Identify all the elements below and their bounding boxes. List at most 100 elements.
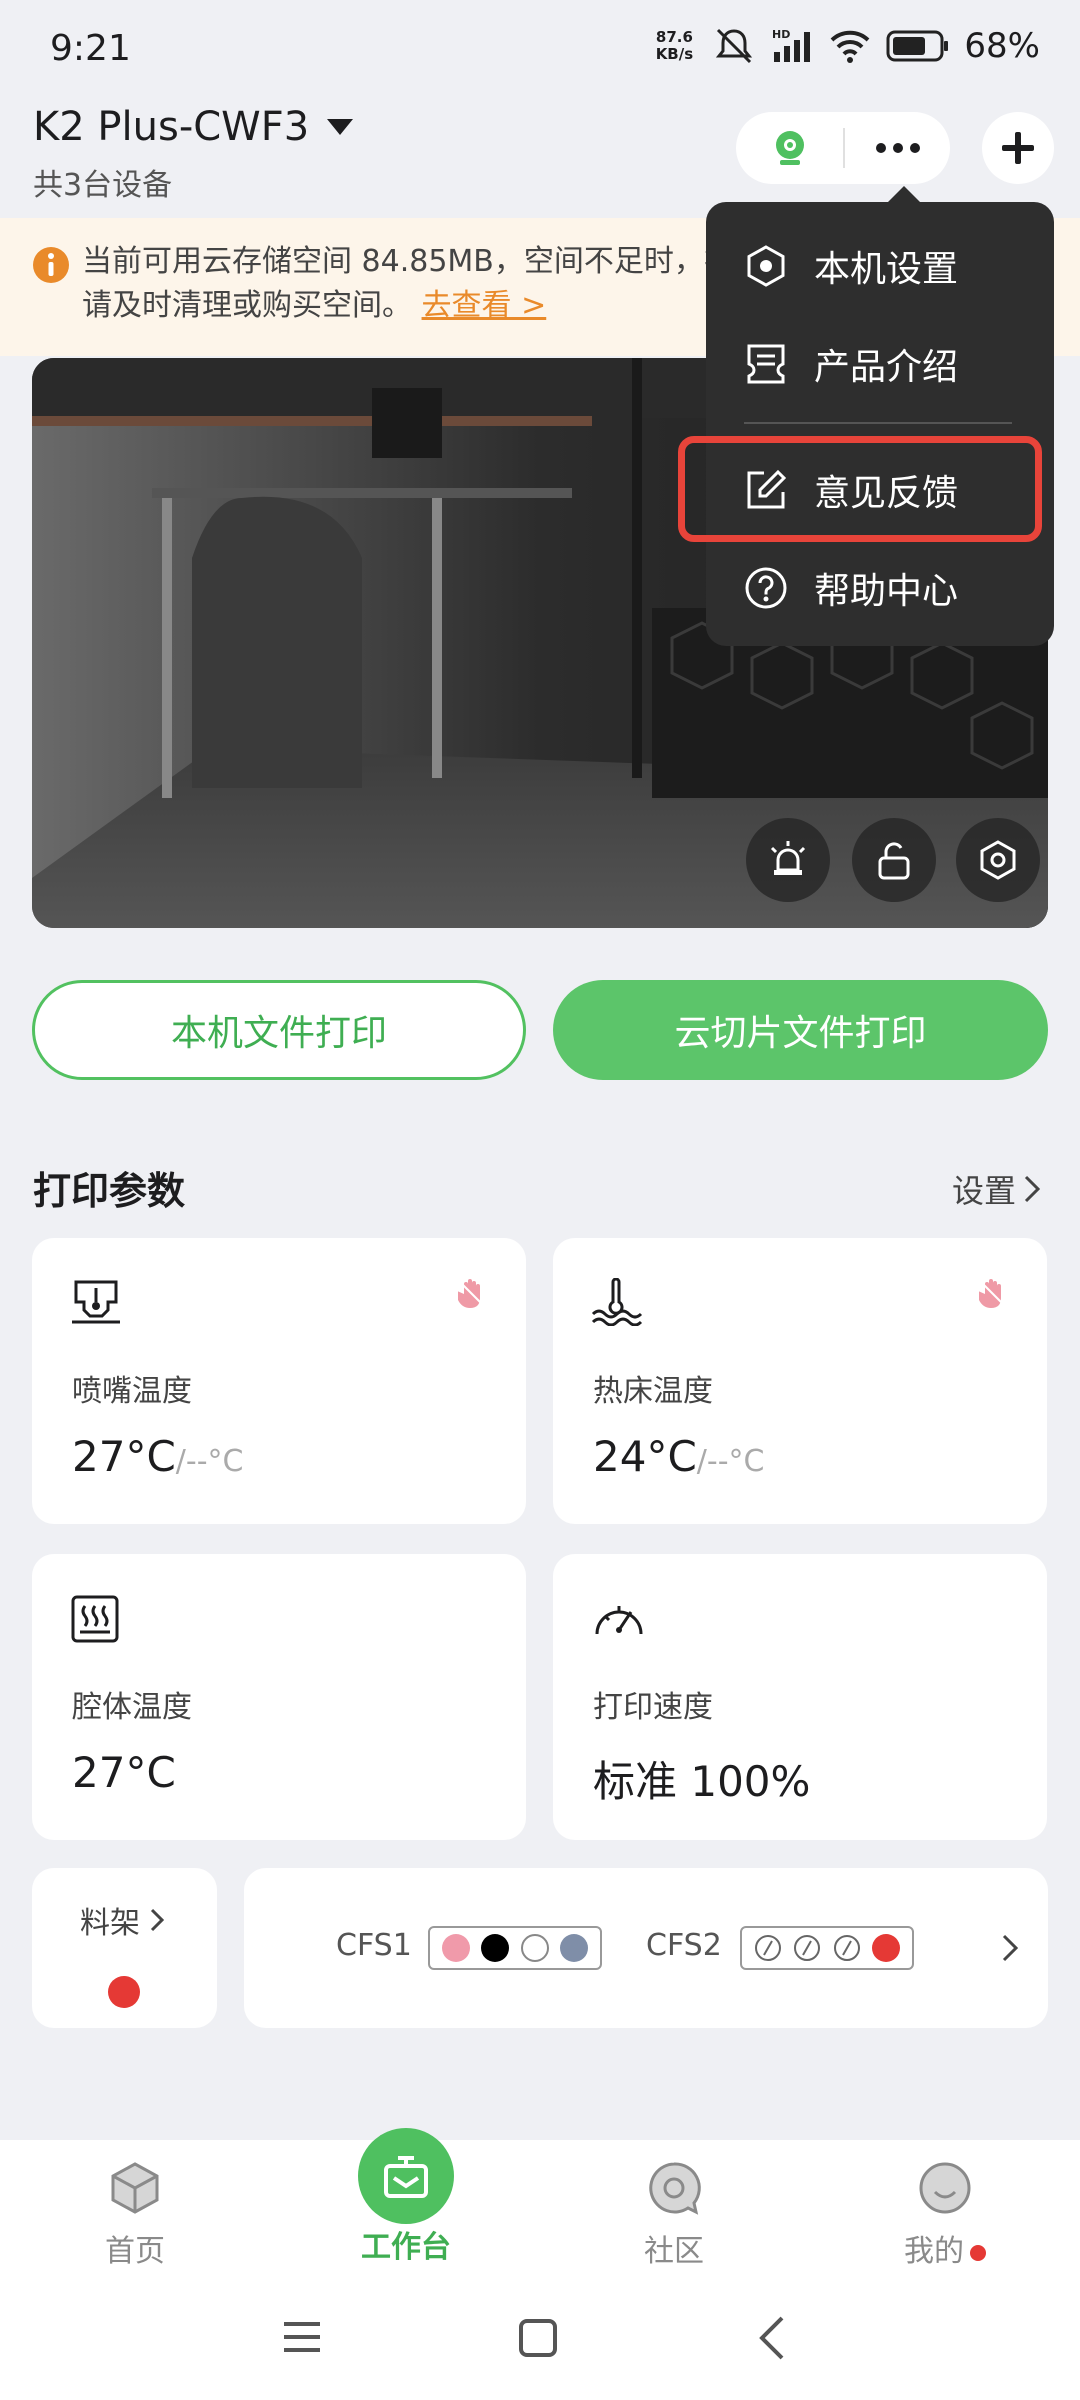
print-params-title: 打印参数 <box>33 1169 186 1213</box>
cfs1-slot-3-empty <box>520 1934 549 1962</box>
smiley-profile-icon <box>919 2162 971 2214</box>
home-square-icon[interactable] <box>518 2318 558 2358</box>
hand-stop-icon <box>979 1279 1008 1309</box>
nav-community-label: 社区 <box>644 2234 704 2269</box>
status-time: 9:21 <box>50 28 131 69</box>
chevron-right-icon <box>1024 1175 1040 1203</box>
nav-profile-label: 我的 <box>904 2234 964 2269</box>
hexagon-settings-icon <box>980 840 1016 880</box>
header-actions-pill <box>736 112 950 184</box>
camera-settings-button[interactable] <box>956 818 1040 902</box>
recents-menu-icon[interactable] <box>282 2318 322 2356</box>
nozzle-temp-value: 27°C/--°C <box>72 1432 244 1481</box>
speedometer-icon <box>595 1606 643 1635</box>
nav-workbench-label: 工作台 <box>361 2230 451 2265</box>
battery-percent: 68% <box>964 26 1040 66</box>
info-icon <box>33 247 69 283</box>
nozzle-temp-label: 喷嘴温度 <box>72 1374 192 1409</box>
cfs1-label: CFS1 <box>336 1928 412 1963</box>
notice-view-link[interactable]: 去查看 > <box>422 288 547 323</box>
nav-profile[interactable]: 我的 <box>875 2160 1015 2270</box>
chamber-heater-icon <box>71 1595 119 1643</box>
wifi-icon <box>831 30 870 63</box>
spool-rack-card[interactable]: 料架 <box>32 1868 217 2028</box>
cfs2-slots <box>740 1926 914 1970</box>
heated-bed-icon <box>591 1278 643 1326</box>
feedback-highlight-box <box>678 436 1042 542</box>
cfs1-slot-1 <box>441 1934 470 1962</box>
nozzle-temp-target: /--°C <box>175 1444 244 1479</box>
menu-device-settings-label: 本机设置 <box>814 249 959 290</box>
device-selector[interactable]: K2 Plus-CWF3 <box>33 104 354 150</box>
local-file-print-button[interactable]: 本机文件打印 <box>32 980 526 1080</box>
back-arrow-icon[interactable] <box>756 2316 786 2360</box>
menu-device-settings[interactable]: 本机设置 <box>744 236 1044 296</box>
notification-dot <box>970 2244 986 2261</box>
bed-temp-label: 热床温度 <box>593 1374 713 1409</box>
more-button[interactable] <box>845 142 950 154</box>
nav-home[interactable]: 首页 <box>65 2160 205 2270</box>
webcam-icon <box>775 131 804 165</box>
chevron-right-icon[interactable] <box>1002 1934 1018 1962</box>
cfs1-slots <box>428 1926 602 1970</box>
chamber-temp-card[interactable]: 腔体温度 27°C <box>32 1554 526 1840</box>
community-bubble-icon <box>649 2162 701 2215</box>
cfs2-slot-1-unknown-icon <box>754 1935 781 1961</box>
menu-help-center[interactable]: 帮助中心 <box>744 558 1044 618</box>
nozzle-temp-current: 27°C <box>72 1432 176 1481</box>
hand-stop-icon <box>458 1279 487 1309</box>
bed-temp-value: 24°C/--°C <box>593 1432 765 1481</box>
menu-product-intro[interactable]: 产品介绍 <box>744 334 1044 394</box>
chevron-right-icon <box>150 1908 164 1932</box>
cloud-slice-print-button[interactable]: 云切片文件打印 <box>553 980 1048 1080</box>
rack-filament-color <box>108 1976 140 2008</box>
more-options-menu: 本机设置 产品介绍 意见反馈 帮助中心 <box>706 202 1054 646</box>
mute-bell-icon <box>716 28 753 64</box>
add-device-button[interactable] <box>982 112 1054 184</box>
print-speed-value: 标准 100% <box>593 1757 811 1806</box>
battery-icon <box>886 30 949 62</box>
nav-profile-label-row: 我的 <box>875 2226 1015 2270</box>
camera-status-button[interactable] <box>736 128 843 168</box>
rack-label: 料架 <box>80 1906 140 1941</box>
receipt-icon <box>747 344 785 384</box>
print-speed-label: 打印速度 <box>593 1690 713 1725</box>
nav-community[interactable]: 社区 <box>604 2160 744 2270</box>
lamp-icon <box>770 841 806 875</box>
signal-hd-label: HD <box>772 28 790 41</box>
unlock-icon <box>878 842 910 880</box>
nav-workbench-fab[interactable] <box>358 2128 454 2224</box>
cfs2-slot-3-unknown-icon <box>833 1935 860 1961</box>
light-toggle-button[interactable] <box>746 818 830 902</box>
cfs1-slot-2 <box>481 1934 510 1962</box>
hexagon-settings-icon <box>747 245 785 287</box>
lock-button[interactable] <box>852 818 936 902</box>
cfs2-slot-2-unknown-icon <box>794 1935 821 1961</box>
menu-divider <box>744 422 1012 424</box>
bed-temp-card[interactable]: 热床温度 24°C/--°C <box>553 1238 1047 1524</box>
bottom-navigation: 首页 工作台 社区 我的 <box>0 2140 1080 2280</box>
network-speed: 87.6 KB/s <box>655 28 694 63</box>
rack-label-row: 料架 <box>80 1898 164 1942</box>
print-speed-card[interactable]: 打印速度 标准 100% <box>553 1554 1047 1840</box>
more-dots-icon <box>875 143 920 153</box>
cfs2-slot-4 <box>872 1934 901 1962</box>
cfs-card[interactable]: CFS1 CFS2 <box>244 1868 1048 2028</box>
settings-label: 设置 <box>951 1172 1016 1210</box>
bed-temp-target: /--°C <box>696 1444 765 1479</box>
system-navigation-bar <box>0 2280 1080 2400</box>
dropdown-caret-icon <box>327 119 354 135</box>
menu-product-intro-label: 产品介绍 <box>814 347 959 388</box>
menu-help-center-label: 帮助中心 <box>814 571 959 612</box>
plus-icon <box>1002 132 1034 164</box>
params-settings-link[interactable]: 设置 <box>952 1166 1040 1212</box>
chamber-temp-value: 27°C <box>72 1748 176 1797</box>
bed-temp-current: 24°C <box>593 1432 697 1481</box>
cube-icon <box>111 2162 159 2214</box>
chamber-temp-label: 腔体温度 <box>72 1690 192 1725</box>
status-icons: 87.6 KB/s HD 68% <box>650 26 1040 66</box>
nozzle-temp-card[interactable]: 喷嘴温度 27°C/--°C <box>32 1238 526 1524</box>
nozzle-icon <box>72 1280 120 1324</box>
device-count: 共3台设备 <box>33 168 173 203</box>
cfs1-slot-4 <box>560 1934 589 1962</box>
